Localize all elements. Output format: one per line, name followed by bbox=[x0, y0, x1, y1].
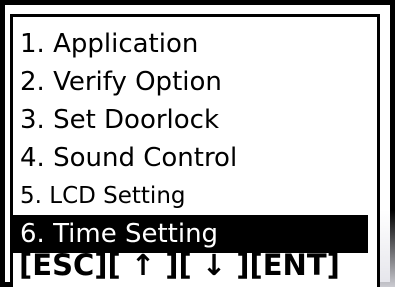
menu-item-sound-control[interactable]: 4. Sound Control bbox=[13, 139, 368, 177]
menu-item-lcd-setting[interactable]: 5. LCD Setting bbox=[13, 177, 368, 215]
menu-list: 1. Application 2. Verify Option 3. Set D… bbox=[13, 25, 368, 253]
menu-item-application[interactable]: 1. Application bbox=[13, 25, 368, 63]
key-hints: [ESC][ ↑ ][ ↓ ][ENT] bbox=[19, 248, 340, 282]
menu-item-set-doorlock[interactable]: 3. Set Doorlock bbox=[13, 101, 368, 139]
lcd-screen: 1. Application 2. Verify Option 3. Set D… bbox=[10, 14, 380, 287]
menu-item-verify-option[interactable]: 2. Verify Option bbox=[13, 63, 368, 101]
device-frame: 1. Application 2. Verify Option 3. Set D… bbox=[0, 0, 395, 287]
